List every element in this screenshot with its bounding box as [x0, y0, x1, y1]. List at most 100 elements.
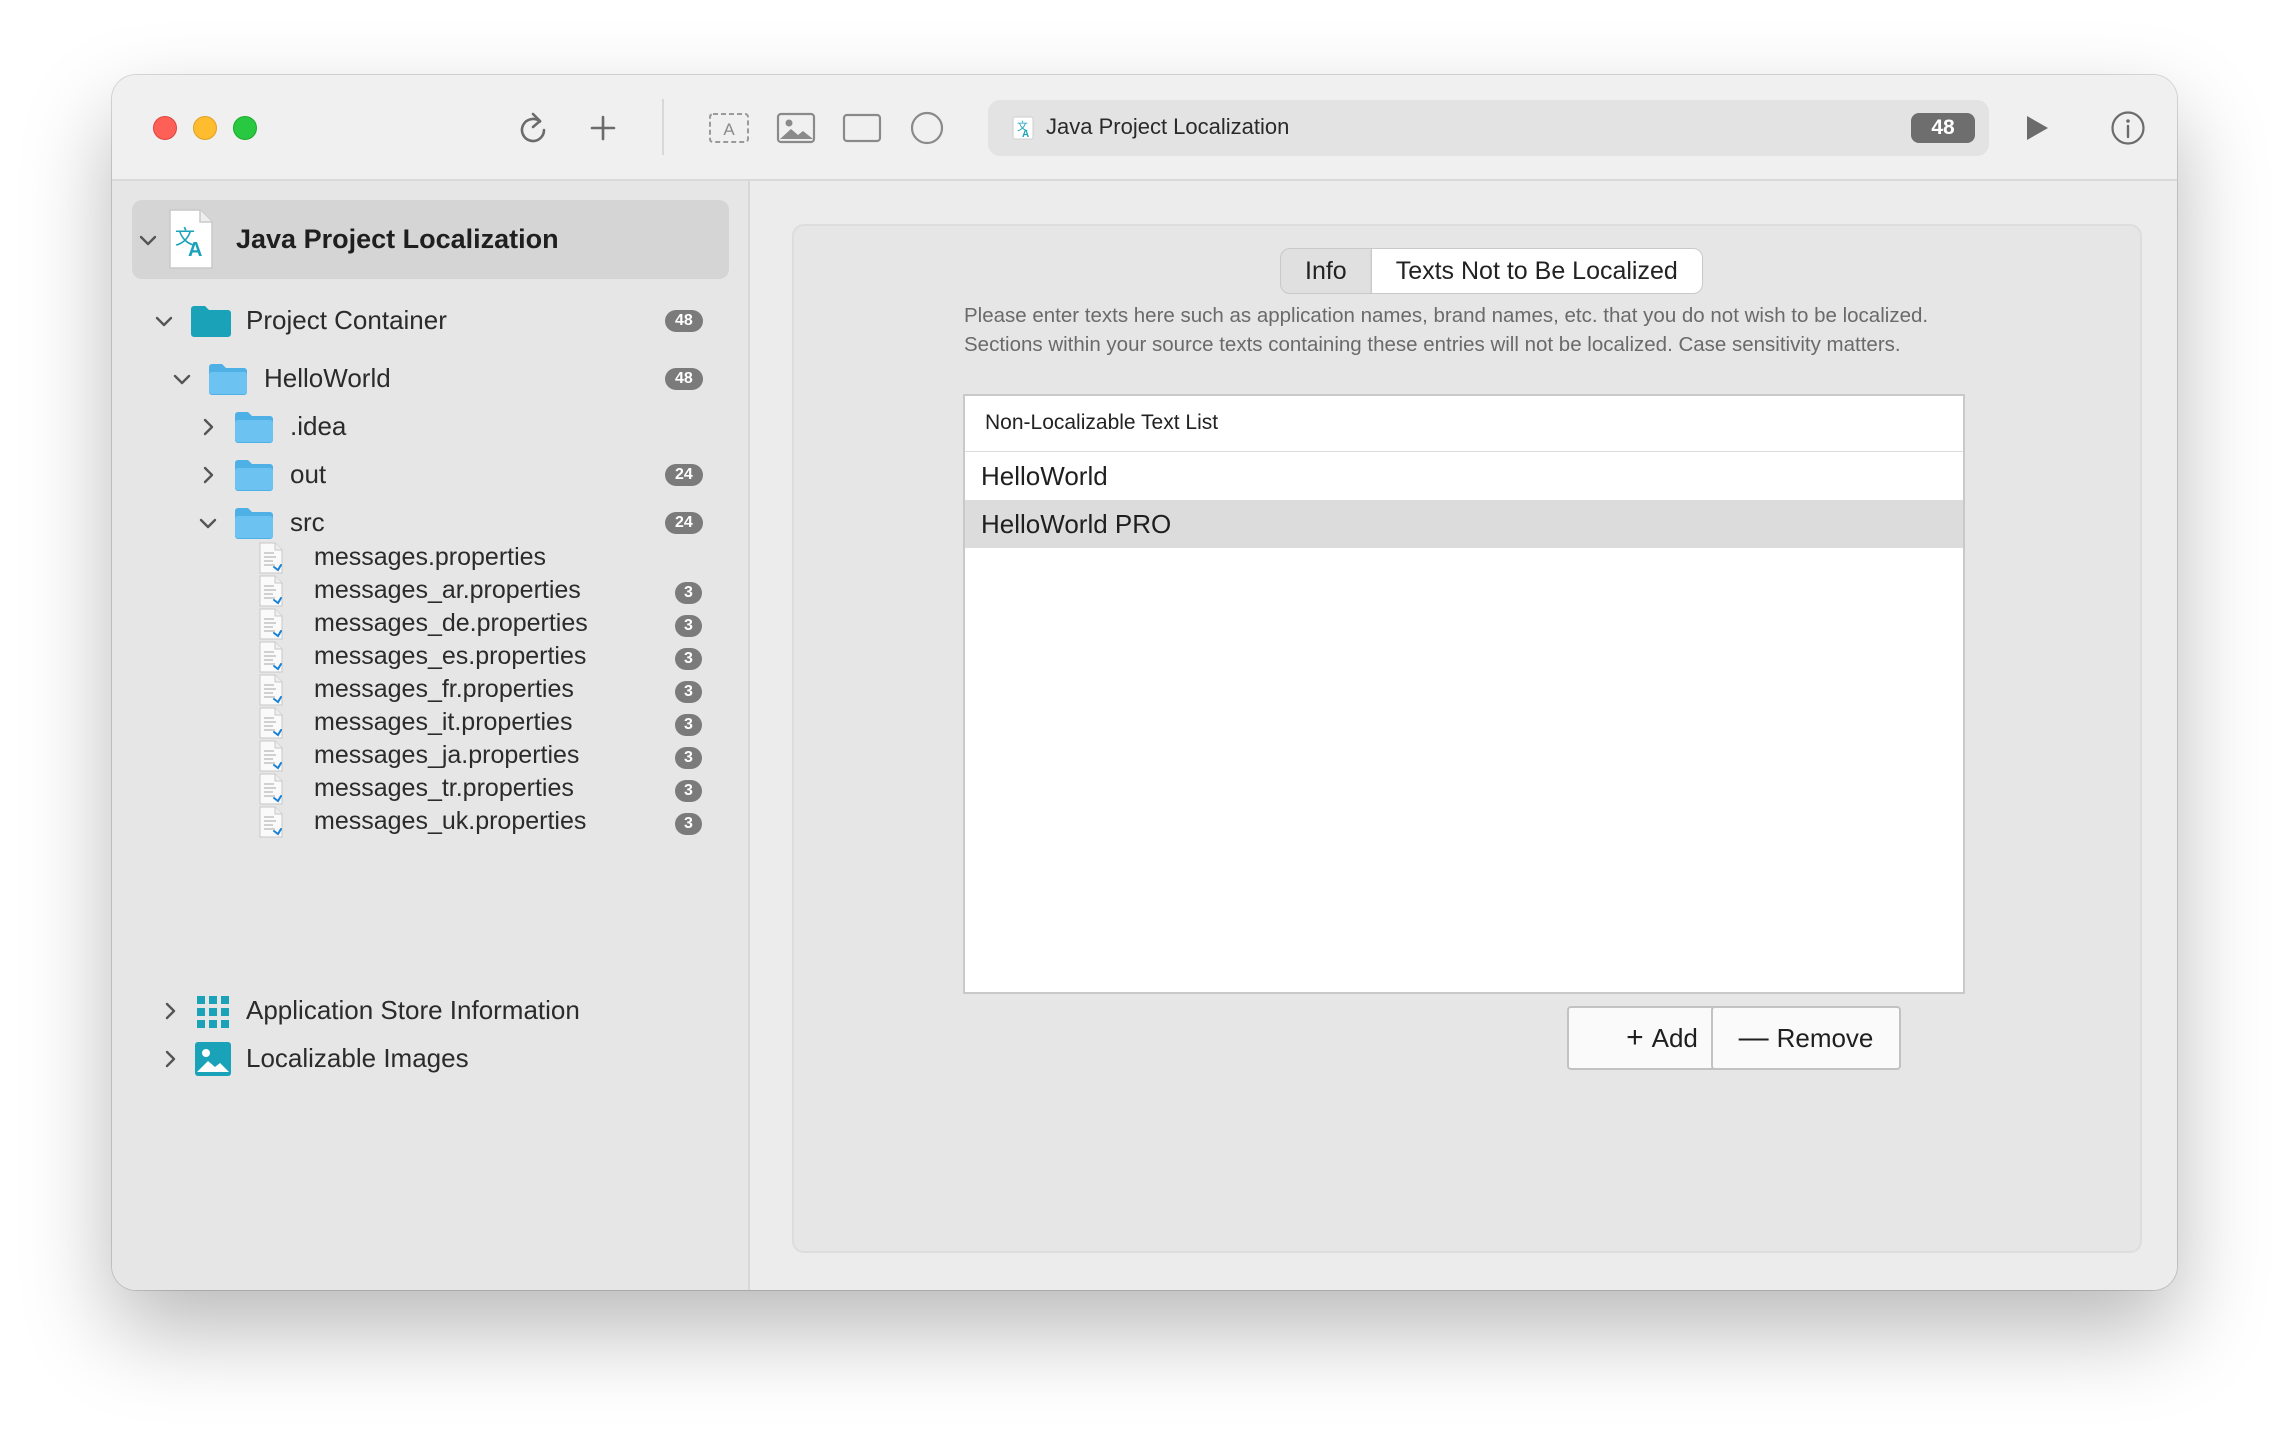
count-badge: 3 — [675, 747, 702, 769]
sidebar-item-root-project[interactable]: 文A Java Project Localization — [132, 200, 729, 279]
main-content: Info Texts Not to Be Localized Please en… — [752, 181, 2177, 1290]
chevron-down-icon[interactable] — [152, 309, 176, 333]
chevron-right-icon[interactable] — [158, 1047, 182, 1071]
chevron-right-icon[interactable] — [158, 999, 182, 1023]
text-box-icon[interactable]: A — [706, 105, 752, 151]
chevron-right-icon[interactable] — [196, 463, 220, 487]
app-window: A 文A Java Project Localization 48 文 A Ja… — [112, 75, 2177, 1290]
count-badge: 48 — [665, 368, 703, 390]
list-header-label: Non-Localizable Text List — [985, 411, 1219, 434]
count-badge: 3 — [675, 615, 702, 637]
document-title-bar: 文A Java Project Localization 48 — [988, 100, 1989, 156]
count-badge: 48 — [665, 310, 703, 332]
count-badge: 3 — [675, 681, 702, 703]
teal-folder-icon — [190, 305, 232, 342]
sidebar-item-file[interactable]: messages_es.properties 3 — [112, 641, 750, 675]
sidebar: 文A Java Project Localization Project Con… — [112, 181, 750, 1290]
play-icon[interactable] — [2014, 105, 2060, 151]
localizable-images-label: Localizable Images — [246, 1043, 469, 1073]
list-item[interactable]: HelloWorld PRO — [965, 500, 1963, 548]
folder-icon — [234, 507, 274, 544]
toolbar: A 文A Java Project Localization 48 — [112, 75, 2177, 181]
plus-icon[interactable] — [580, 105, 626, 151]
properties-file-icon — [258, 608, 284, 645]
tab-texts-not-to-be-localized[interactable]: Texts Not to Be Localized — [1370, 249, 1702, 293]
folder-icon — [234, 459, 274, 496]
chevron-right-icon[interactable] — [196, 415, 220, 439]
plus-icon: + — [1626, 1021, 1644, 1054]
chevron-down-icon[interactable] — [196, 511, 220, 535]
sidebar-item-file[interactable]: messages_de.properties 3 — [112, 608, 750, 645]
minus-icon: — — [1738, 1021, 1769, 1054]
toolbar-separator — [662, 99, 664, 155]
chevron-down-icon[interactable] — [136, 228, 160, 252]
settings-panel: Info Texts Not to Be Localized Please en… — [792, 224, 2142, 1253]
description-text: Please enter texts here such as applicat… — [964, 304, 1929, 356]
list-item-text: HelloWorld PRO — [981, 509, 1172, 539]
sidebar-item-localizable-images[interactable]: Localizable Images — [112, 1037, 750, 1081]
count-badge: 24 — [665, 464, 703, 486]
sidebar-item-out[interactable]: out 24 — [112, 451, 750, 495]
remove-button-label: Remove — [1776, 1022, 1874, 1053]
svg-text:A: A — [723, 120, 735, 139]
properties-file-icon — [258, 674, 284, 711]
add-button-label: Add — [1651, 1022, 1698, 1053]
info-icon[interactable] — [2105, 105, 2151, 151]
count-badge: 3 — [675, 648, 702, 670]
sidebar-item-file[interactable]: messages_ja.properties 3 — [112, 740, 750, 777]
folder-icon — [234, 411, 274, 448]
list-header: Non-Localizable Text List — [965, 396, 1963, 452]
file-label: messages_ja.properties — [314, 741, 580, 769]
grid-icon — [196, 995, 230, 1034]
file-label: messages_es.properties — [314, 642, 587, 670]
minimize-window-button[interactable] — [193, 116, 217, 140]
properties-file-icon — [258, 707, 284, 744]
total-count-badge: 48 — [1911, 113, 1975, 143]
remove-button[interactable]: — Remove — [1711, 1006, 1901, 1070]
file-label: messages.properties — [314, 543, 547, 571]
refresh-icon[interactable] — [510, 105, 556, 151]
file-label: messages_de.properties — [314, 609, 588, 637]
src-folder-label: src — [290, 507, 325, 537]
helloworld-label: HelloWorld — [264, 363, 391, 393]
image-icon[interactable] — [773, 105, 819, 151]
count-badge: 3 — [675, 780, 702, 802]
close-window-button[interactable] — [153, 116, 177, 140]
sidebar-item-src[interactable]: src 24 — [112, 499, 750, 543]
sidebar-item-project-container[interactable]: Project Container 48 — [112, 299, 750, 343]
sidebar-item-file[interactable]: messages_it.properties 3 — [112, 707, 750, 744]
sidebar-item-helloworld[interactable]: HelloWorld 48 — [112, 355, 750, 399]
sidebar-item-file[interactable]: messages_uk.properties 3 — [112, 806, 750, 840]
root-project-label: Java Project Localization — [236, 224, 559, 254]
image-icon — [194, 1041, 232, 1082]
idea-folder-label: .idea — [290, 411, 347, 441]
svg-text:A: A — [188, 239, 202, 261]
localization-project-icon: 文A — [166, 208, 216, 270]
svg-text:A: A — [1022, 129, 1029, 140]
sidebar-item-file[interactable]: messages.properties — [112, 542, 750, 576]
chevron-down-icon[interactable] — [170, 367, 194, 391]
sidebar-item-file[interactable]: messages_fr.properties 3 — [112, 674, 750, 711]
folder-icon — [208, 363, 248, 400]
file-label: messages_fr.properties — [314, 675, 574, 703]
file-label: messages_uk.properties — [314, 807, 587, 835]
file-label: messages_tr.properties — [314, 774, 574, 802]
zoom-window-button[interactable] — [233, 116, 257, 140]
tab-info[interactable]: Info — [1281, 249, 1371, 293]
sidebar-item-file[interactable]: messages_ar.properties 3 — [112, 575, 750, 612]
properties-file-icon — [258, 773, 284, 810]
sidebar-item-file[interactable]: messages_tr.properties 3 — [112, 773, 750, 810]
count-badge: 3 — [675, 813, 702, 835]
circle-icon[interactable] — [904, 105, 950, 151]
sidebar-item-idea[interactable]: .idea — [112, 403, 750, 447]
count-badge: 3 — [675, 714, 702, 736]
list-item[interactable]: HelloWorld — [965, 452, 1963, 500]
count-badge: 24 — [665, 512, 703, 534]
properties-file-icon — [258, 575, 284, 612]
count-badge: 3 — [675, 582, 702, 604]
document-title: Java Project Localization — [1046, 114, 1290, 139]
sidebar-item-app-store-info[interactable]: Application Store Information — [112, 989, 750, 1033]
rectangle-icon[interactable] — [839, 105, 885, 151]
properties-file-icon — [258, 740, 284, 777]
non-localizable-text-list[interactable]: Non-Localizable Text List HelloWorld Hell… — [963, 394, 1965, 994]
